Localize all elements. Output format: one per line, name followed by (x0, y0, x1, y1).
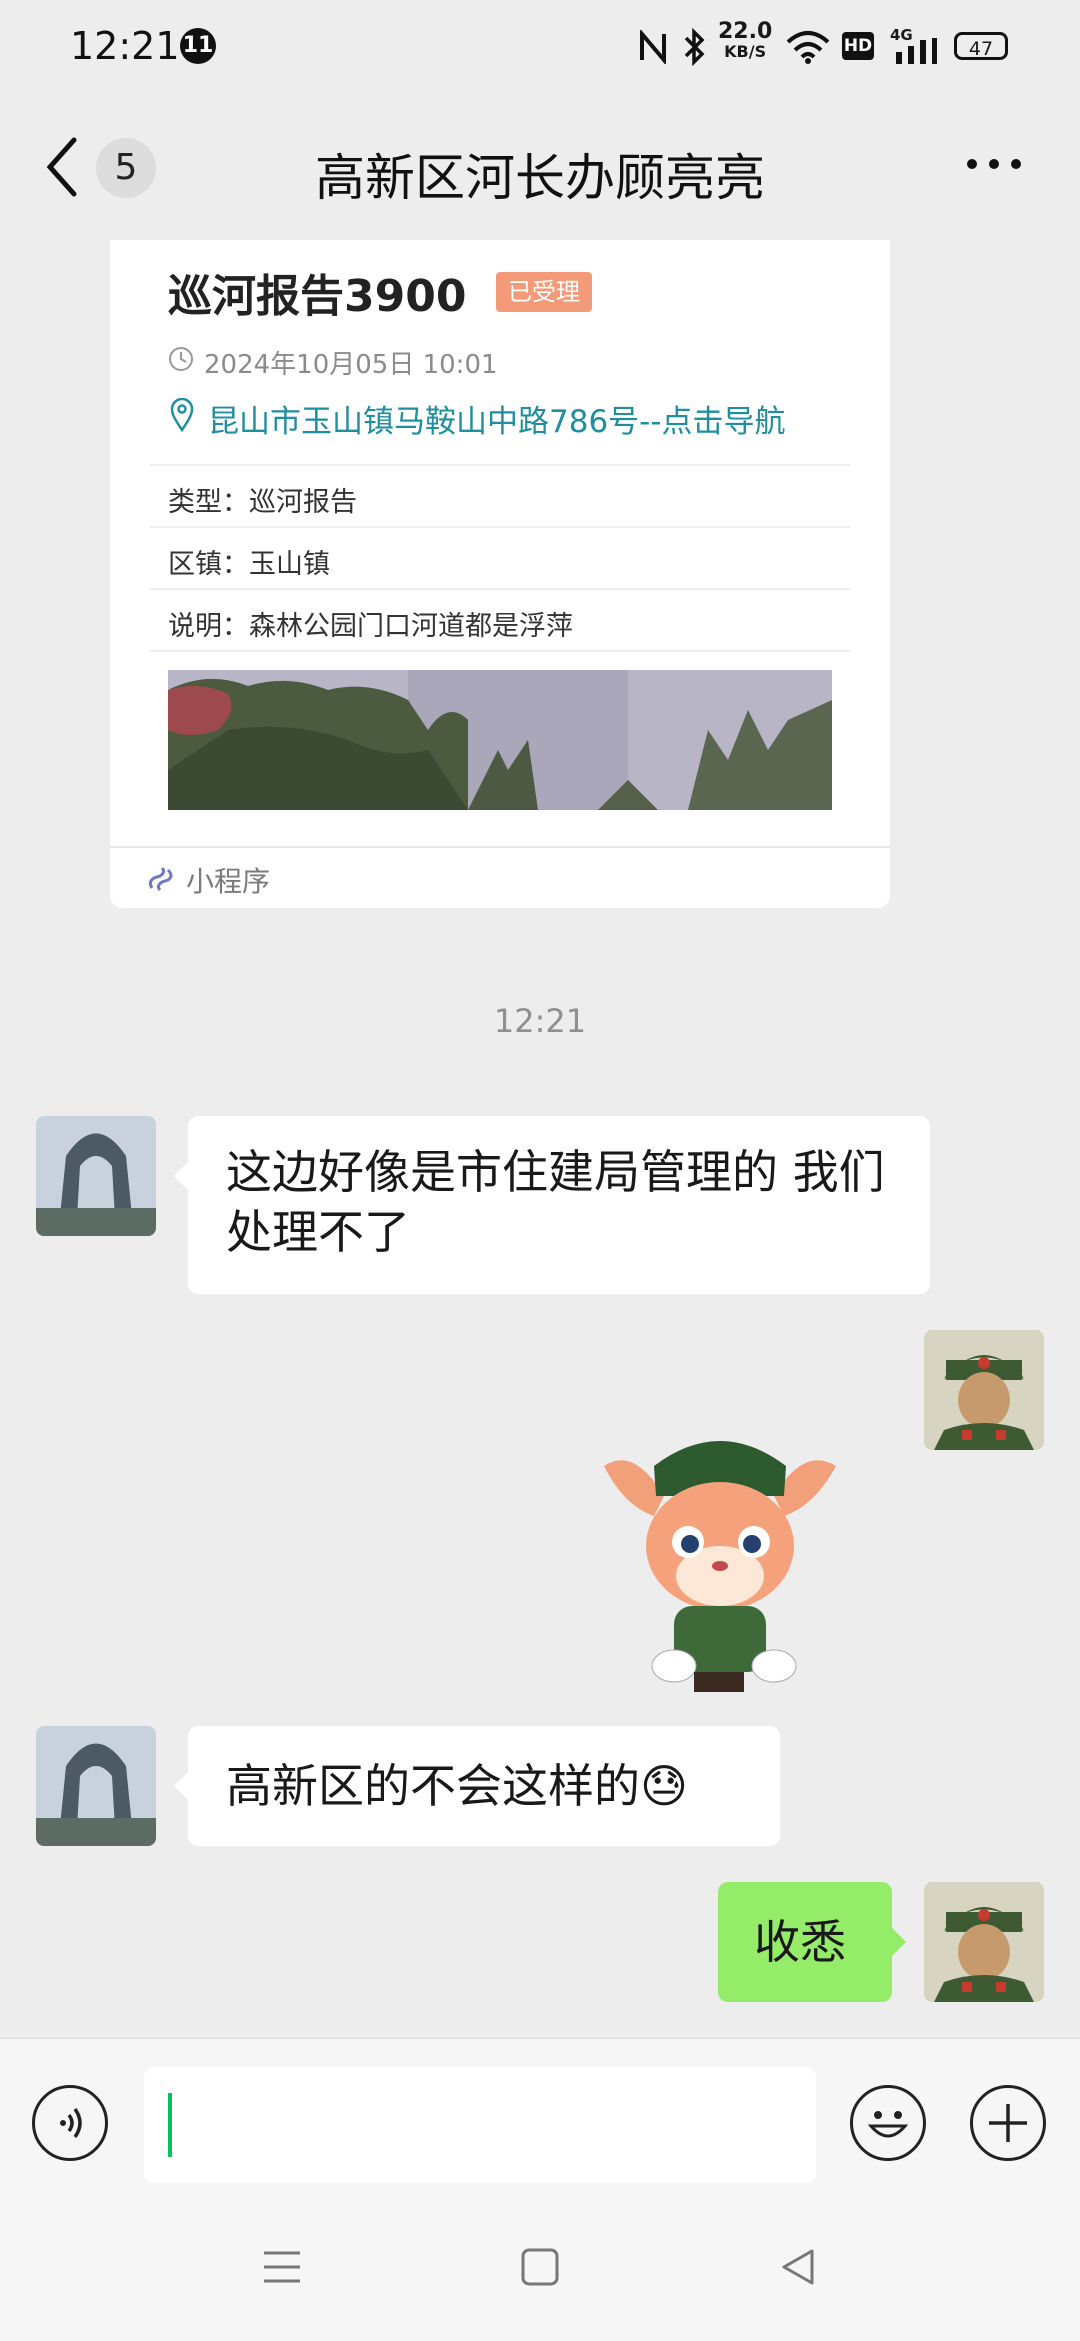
soldier-avatar-image (924, 1882, 1044, 2002)
network-speed: 22.0 KB/S (718, 19, 773, 62)
emoji-button[interactable] (850, 2085, 926, 2161)
battery-indicator: 47 (954, 32, 1008, 60)
card-footer: 小程序 (110, 846, 890, 910)
status-badge: 已受理 (496, 272, 592, 312)
plus-icon (989, 2104, 1027, 2142)
contact-avatar[interactable] (36, 1116, 156, 1236)
my-avatar[interactable] (924, 1882, 1044, 2002)
input-bar (0, 2038, 1080, 2341)
smiley-icon (867, 2111, 909, 2138)
contact-avatar[interactable] (36, 1726, 156, 1846)
soldier-avatar-image (924, 1330, 1044, 1450)
notification-count-badge: 11 (180, 28, 216, 64)
back-triangle-icon[interactable] (778, 2247, 818, 2287)
report-title: 巡河报告3900 (168, 271, 467, 322)
text-caret (168, 2093, 172, 2157)
report-type-row: 类型：巡河报告 (150, 464, 850, 528)
message-bubble[interactable]: 这边好像是市住建局管理的 我们处理不了 (188, 1116, 930, 1294)
more-options-icon[interactable] (964, 156, 1024, 172)
message-text: 高新区的不会这样的😓 (226, 1759, 688, 1813)
district: 区镇：玉山镇 (168, 549, 330, 580)
location-pin-icon (170, 398, 194, 432)
description: 说明：森林公园门口河道都是浮萍 (168, 611, 573, 642)
report-type: 类型：巡河报告 (168, 487, 357, 518)
chat-title: 高新区河长办顾亮亮 (315, 149, 765, 207)
voice-icon (60, 2107, 82, 2139)
bluetooth-icon (684, 28, 705, 66)
message-input[interactable] (144, 2067, 816, 2183)
divider (150, 650, 850, 652)
mini-program-label: 小程序 (186, 865, 271, 898)
message-bubble[interactable]: 收悉 (718, 1882, 892, 2002)
my-avatar[interactable] (924, 1330, 1044, 1450)
bubble-tail (892, 1928, 906, 1956)
wifi-icon (786, 31, 830, 64)
message-bubble[interactable]: 高新区的不会这样的😓 (188, 1726, 780, 1846)
clock-icon (169, 347, 193, 371)
building-avatar-image (36, 1116, 156, 1236)
chat-header: 5 高新区河长办顾亮亮 (0, 96, 1080, 238)
navigation-link[interactable]: 昆山市玉山镇马鞍山中路786号--点击导航 (208, 396, 786, 441)
hd-indicator: HD (842, 32, 874, 60)
mini-program-icon (148, 866, 173, 892)
description-row: 说明：森林公园门口河道都是浮萍 (150, 588, 850, 652)
mini-program-card[interactable]: 巡河报告3900 已受理 2024年10月05日 10:01 昆山市玉山镇马鞍山… (110, 240, 890, 908)
report-datetime: 2024年10月05日 10:01 (204, 350, 498, 380)
home-icon[interactable] (520, 2247, 560, 2287)
voice-input-button[interactable] (32, 2085, 108, 2161)
status-time: 12:21 (70, 24, 180, 68)
building-avatar-image (36, 1726, 156, 1846)
network-speed-value: 22.0 (718, 19, 773, 44)
more-functions-button[interactable] (970, 2085, 1046, 2161)
network-speed-unit: KB/S (724, 42, 767, 61)
message-timestamp: 12:21 (493, 1002, 587, 1040)
bubble-tail (174, 1162, 188, 1190)
nfc-icon (640, 30, 666, 64)
district-row: 区镇：玉山镇 (150, 526, 850, 590)
bubble-tail (174, 1772, 188, 1800)
status-bar: 12:21 11 22.0 KB/S HD 4G 47 (0, 0, 1080, 96)
deer-soldier-sticker[interactable] (604, 1426, 836, 1692)
message-text: 收悉 (754, 1915, 846, 1969)
signal-icon (896, 38, 937, 64)
message-text: 这边好像是市住建局管理的 我们处理不了 (226, 1145, 885, 1259)
report-photo (168, 670, 832, 810)
menu-icon[interactable] (262, 2247, 302, 2287)
